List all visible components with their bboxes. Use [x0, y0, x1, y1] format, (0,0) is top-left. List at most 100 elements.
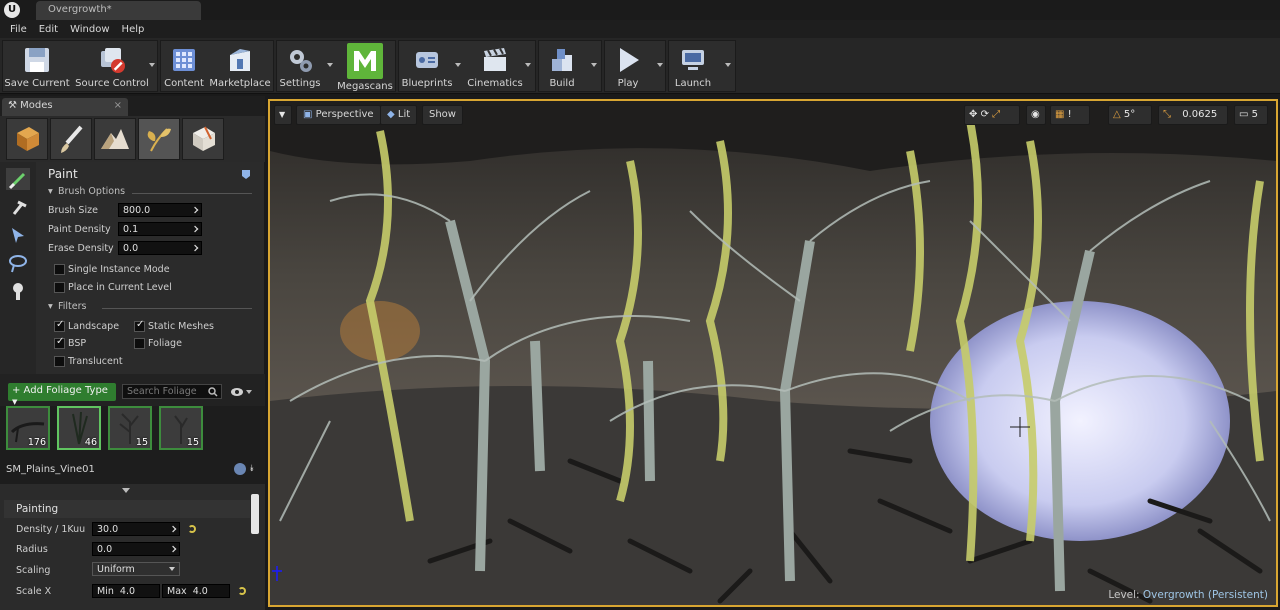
- static-meshes-filter-checkbox[interactable]: [134, 319, 145, 332]
- foliage-mode-icon[interactable]: [138, 118, 180, 160]
- play-caret-icon[interactable]: [657, 63, 663, 67]
- fill-tool-icon[interactable]: [6, 280, 30, 302]
- camera-icon: ▭: [1239, 109, 1249, 120]
- launch-button[interactable]: Launch: [669, 41, 717, 93]
- viewport-options-button[interactable]: ▼: [274, 105, 292, 125]
- surface-snap-button[interactable]: ▦ !: [1050, 105, 1090, 125]
- landscape-mode-icon[interactable]: [94, 118, 136, 160]
- chevron-down-icon: [169, 567, 175, 571]
- select-tool-icon[interactable]: [6, 224, 30, 246]
- menu-help[interactable]: Help: [122, 24, 145, 35]
- megascans-logo-icon: [347, 43, 383, 79]
- show-button[interactable]: Show: [422, 105, 463, 125]
- transform-mode-buttons[interactable]: ✥ ⟳ ⤢: [964, 105, 1020, 125]
- source-control-button[interactable]: Source Control: [73, 41, 151, 93]
- brush-options-label: Brush Options: [58, 186, 126, 197]
- foliage-thumb[interactable]: 46: [57, 406, 101, 450]
- info-icon[interactable]: [234, 463, 246, 475]
- reset-icon[interactable]: [188, 525, 196, 533]
- translucent-filter-checkbox[interactable]: [54, 356, 65, 367]
- document-tab[interactable]: Overgrowth*: [36, 1, 201, 20]
- blueprints-button[interactable]: Blueprints: [399, 41, 455, 93]
- unreal-logo-icon[interactable]: U: [4, 2, 20, 18]
- perspective-button[interactable]: ▣ Perspective: [296, 105, 381, 125]
- painting-header[interactable]: Painting: [4, 500, 250, 518]
- menu-edit[interactable]: Edit: [39, 24, 58, 35]
- density-field[interactable]: 30.0: [92, 522, 180, 536]
- cinematics-caret-icon[interactable]: [525, 63, 531, 67]
- foliage-thumb[interactable]: 15: [108, 406, 152, 450]
- scaling-dropdown[interactable]: Uniform: [92, 562, 180, 576]
- details-scrollbar[interactable]: [251, 494, 259, 534]
- modes-icon: ⚒: [8, 100, 21, 111]
- search-icon: [208, 387, 218, 397]
- cinematics-button[interactable]: Cinematics: [465, 41, 525, 93]
- add-foliage-type-button[interactable]: + Add Foliage Type ▼: [8, 383, 116, 406]
- foliage-thumb[interactable]: 15: [159, 406, 203, 450]
- save-current-button[interactable]: Save Current: [3, 41, 71, 93]
- modes-tab-bar: ⚒ Modes ×: [0, 96, 265, 116]
- camera-speed-button[interactable]: ▭ 5: [1234, 105, 1268, 125]
- paint-brush-tool-icon[interactable]: [6, 168, 30, 190]
- filters-label: Filters: [58, 301, 87, 312]
- landscape-filter-checkbox[interactable]: [54, 319, 65, 332]
- content-button[interactable]: Content: [161, 41, 207, 93]
- spin-icon: [191, 225, 199, 233]
- megascans-button[interactable]: Megascans: [335, 41, 395, 93]
- blueprints-caret-icon[interactable]: [455, 63, 461, 67]
- reapply-tool-icon[interactable]: [6, 196, 30, 218]
- place-mode-icon[interactable]: [6, 118, 48, 160]
- source-control-caret-icon[interactable]: [149, 63, 155, 67]
- erase-density-field[interactable]: 0.0: [118, 241, 202, 255]
- place-current-level-checkbox[interactable]: [54, 282, 65, 293]
- modes-tab-label: Modes: [20, 100, 53, 111]
- play-button[interactable]: Play: [605, 41, 651, 93]
- menu-window[interactable]: Window: [70, 24, 109, 35]
- paint-mode-icon[interactable]: [50, 118, 92, 160]
- world-space-icon[interactable]: ◉: [1026, 105, 1046, 125]
- modes-tab[interactable]: ⚒ Modes ×: [2, 98, 128, 116]
- spin-icon: [169, 545, 177, 553]
- launch-caret-icon[interactable]: [725, 63, 731, 67]
- search-foliage-input[interactable]: Search Foliage: [122, 384, 222, 399]
- angle-snap-value: 5°: [1123, 109, 1136, 120]
- menu-file[interactable]: File: [10, 24, 27, 35]
- build-caret-icon[interactable]: [591, 63, 597, 67]
- radius-label: Radius: [16, 544, 48, 555]
- radius-field[interactable]: 0.0: [92, 542, 180, 556]
- close-icon[interactable]: ×: [114, 100, 122, 111]
- eye-icon[interactable]: [230, 386, 252, 398]
- settings-caret-icon[interactable]: [327, 63, 333, 67]
- lit-button[interactable]: ◆ Lit: [380, 105, 418, 125]
- geometry-mode-icon[interactable]: [182, 118, 224, 160]
- single-instance-checkbox[interactable]: [54, 264, 65, 275]
- expand-bar[interactable]: [0, 484, 265, 498]
- scale-x-min-field[interactable]: Min 4.0: [92, 584, 160, 598]
- level-indicator: Level: Overgrowth (Persistent): [1108, 589, 1268, 601]
- marketplace-button[interactable]: Marketplace: [207, 41, 273, 93]
- brush-size-field[interactable]: 800.0: [118, 203, 202, 217]
- settings-button[interactable]: Settings: [277, 41, 323, 93]
- level-viewport[interactable]: ▼ ▣ Perspective ◆ Lit Show ✥ ⟳ ⤢ ◉ ▦ ! △…: [268, 99, 1278, 607]
- foliage-filter-label: Foliage: [148, 338, 182, 349]
- toolbar-group-play: Play: [604, 40, 666, 92]
- selected-mesh-row: SM_Plains_Vine01 ⯯: [0, 462, 265, 484]
- lasso-tool-icon[interactable]: [6, 252, 30, 274]
- scale-snap-button[interactable]: ⤡ 0.0625: [1158, 105, 1228, 125]
- brush-options-header[interactable]: ▾ Brush Options: [48, 186, 252, 200]
- scale-x-max-field[interactable]: Max 4.0: [162, 584, 230, 598]
- build-button[interactable]: Build: [539, 41, 585, 93]
- menu-bar: File Edit Window Help: [0, 20, 1280, 38]
- foliage-filter-checkbox[interactable]: [134, 338, 145, 349]
- scale-icon: ⤢: [992, 109, 1001, 120]
- chevron-down-icon[interactable]: ⯯: [249, 464, 254, 474]
- reset-icon[interactable]: [238, 587, 246, 595]
- foliage-thumb[interactable]: 176: [6, 406, 50, 450]
- pin-icon[interactable]: [240, 168, 252, 180]
- bsp-filter-checkbox[interactable]: [54, 336, 65, 349]
- filters-header[interactable]: ▾ Filters: [48, 301, 252, 315]
- angle-snap-button[interactable]: △ 5°: [1108, 105, 1152, 125]
- paint-density-field[interactable]: 0.1: [118, 222, 202, 236]
- toolbar-group-settings: Settings Megascans: [276, 40, 396, 92]
- scaling-value: Uniform: [97, 564, 135, 575]
